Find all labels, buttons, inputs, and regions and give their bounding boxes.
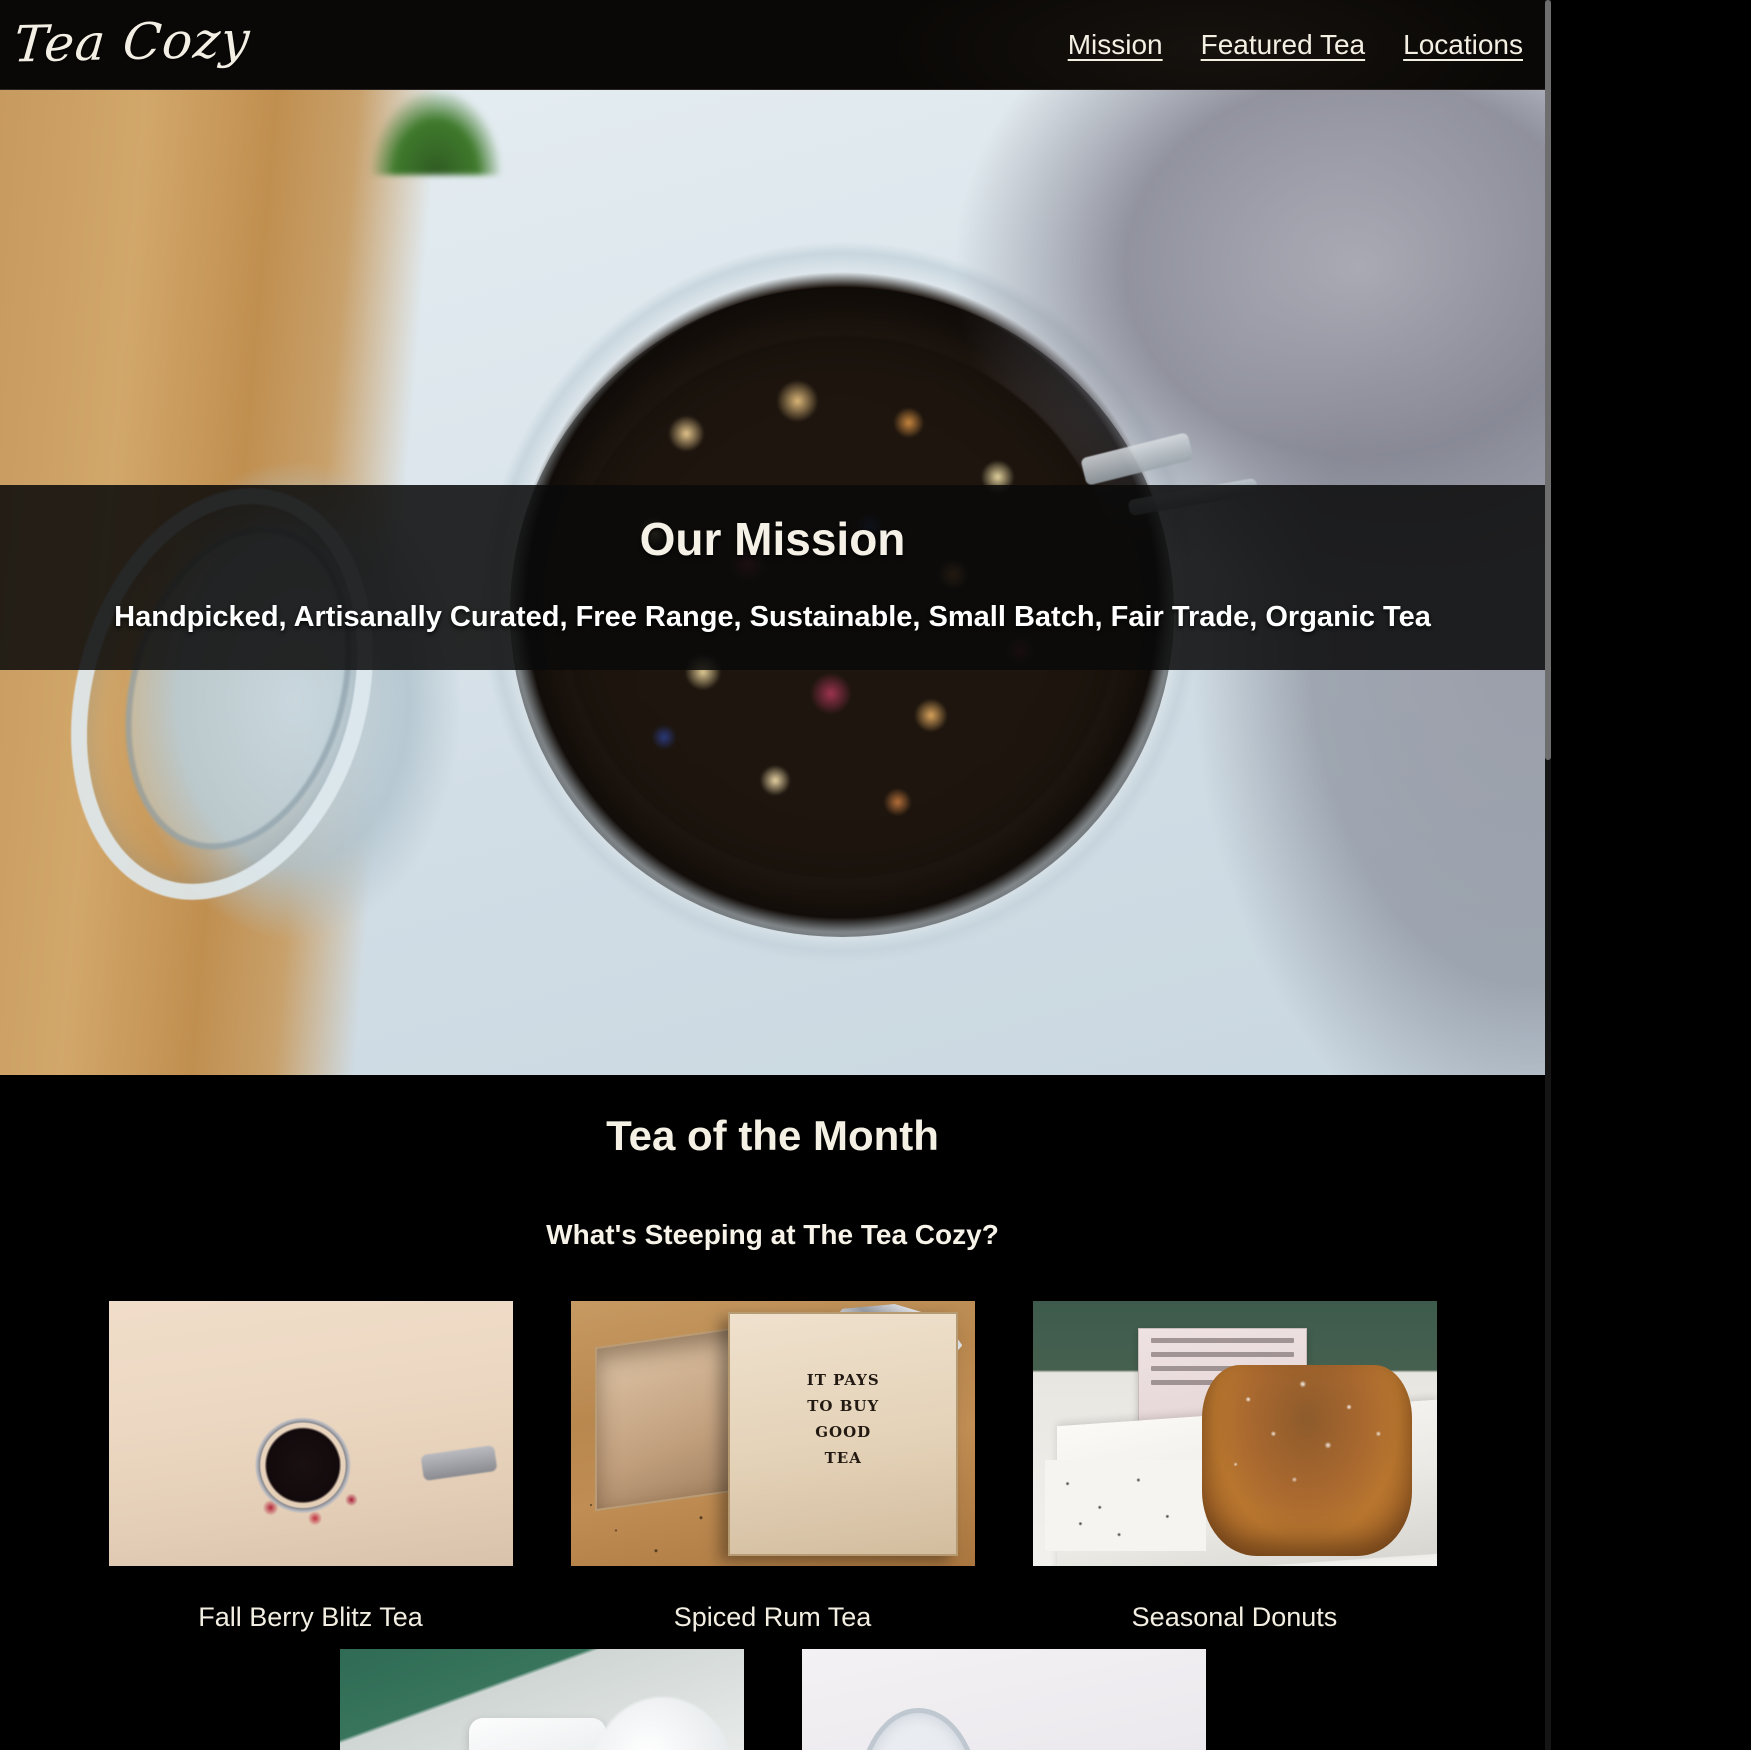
featured-tea-title: Tea of the Month [606, 1112, 939, 1159]
mission-banner: Our Mission Handpicked, Artisanally Cura… [0, 485, 1545, 671]
crate-label-line: TEA [824, 1449, 862, 1468]
crate-label: IT PAYS TO BUY GOOD TEA [730, 1367, 956, 1472]
tea-card[interactable]: IT PAYS TO BUY GOOD TEA Spiced Rum Tea [570, 1301, 975, 1633]
site-header: Tea Cozy Mission Featured Tea Locations [0, 0, 1545, 90]
page-scrollbar[interactable] [1545, 0, 1751, 1750]
featured-tea-grid: Fall Berry Blitz Tea IT PAYS TO BUY GOOD [0, 1301, 1545, 1750]
tea-caption: Fall Berry Blitz Tea [198, 1602, 423, 1633]
tea-image-shop-counter [339, 1649, 744, 1750]
browser-viewport: Tea Cozy Mission Featured Tea Locations … [0, 0, 1751, 1750]
page-content: Tea Cozy Mission Featured Tea Locations … [0, 0, 1545, 1750]
tea-image-seasonal-donuts [1032, 1301, 1437, 1567]
paper-doily [1044, 1460, 1207, 1551]
white-plate [589, 1697, 736, 1750]
tea-card[interactable] [339, 1649, 744, 1750]
tea-cup [468, 1718, 607, 1750]
crate-label-line: TO BUY [807, 1396, 880, 1415]
site-logo[interactable]: Tea Cozy [11, 10, 253, 75]
nav-link-locations[interactable]: Locations [1403, 29, 1523, 61]
featured-tea-section: Tea of the Month What's Steeping at The … [0, 1075, 1545, 1750]
tea-card[interactable]: Fall Berry Blitz Tea [108, 1301, 513, 1633]
tea-image-spiced-rum: IT PAYS TO BUY GOOD TEA [570, 1301, 975, 1567]
tea-card[interactable]: Seasonal Donuts [1032, 1301, 1437, 1633]
featured-tea-subtitle: What's Steeping at The Tea Cozy? [546, 1219, 999, 1251]
mission-subtitle: Handpicked, Artisanally Curated, Free Ra… [114, 600, 1431, 633]
scrollbar-track[interactable] [1545, 0, 1551, 1750]
hero-leaf-decor [370, 90, 501, 175]
tea-image-fall-berry-blitz [108, 1301, 513, 1567]
tea-image-pastry-fruit [801, 1649, 1206, 1750]
tea-caption: Seasonal Donuts [1131, 1602, 1338, 1633]
scrollbar-thumb[interactable] [1545, 0, 1551, 760]
sign-text-line [1150, 1337, 1295, 1343]
main-navigation: Mission Featured Tea Locations [1068, 29, 1523, 61]
crate-label-line: GOOD [815, 1423, 872, 1442]
glass-cup [858, 1707, 980, 1750]
powdered-sugar [1202, 1365, 1413, 1556]
crate-label-line: IT PAYS [806, 1370, 880, 1389]
hero-section: Our Mission Handpicked, Artisanally Cura… [0, 90, 1545, 1075]
tea-caption: Spiced Rum Tea [673, 1602, 872, 1633]
wooden-crate: IT PAYS TO BUY GOOD TEA [728, 1311, 959, 1556]
tea-card[interactable] [801, 1649, 1206, 1750]
nav-link-featured-tea[interactable]: Featured Tea [1201, 29, 1366, 61]
sign-text-line [1150, 1351, 1295, 1357]
nav-link-mission[interactable]: Mission [1068, 29, 1163, 61]
mission-title: Our Mission [639, 513, 906, 565]
